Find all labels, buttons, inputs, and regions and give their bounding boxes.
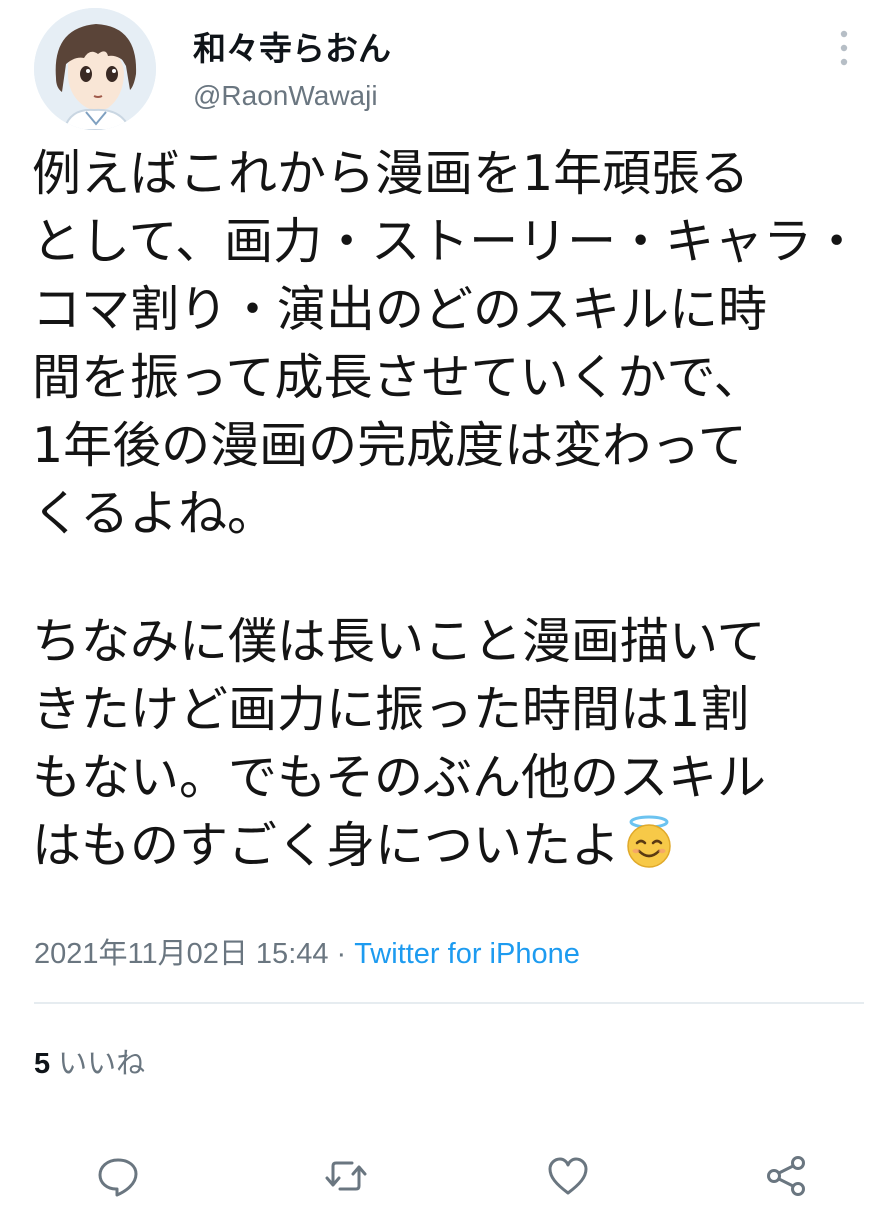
likes-stat[interactable]: 5 いいね xyxy=(34,1040,145,1082)
reply-icon xyxy=(98,1158,138,1197)
tweet-action-bar xyxy=(0,1148,896,1204)
share-button[interactable] xyxy=(758,1148,814,1204)
likes-count: 5 xyxy=(34,1048,51,1080)
more-vertical-icon xyxy=(840,30,848,66)
text-line-with-emoji: はものすごく身についたよ xyxy=(32,812,862,880)
tweet-source-link[interactable]: Twitter for iPhone xyxy=(354,938,580,970)
display-name[interactable]: 和々寺らおん xyxy=(193,22,391,70)
text-line: 例えばこれから漫画を1年頑張る xyxy=(32,145,750,202)
more-options-button[interactable] xyxy=(826,26,862,70)
text-line: 間を振って成長させていくかで、 xyxy=(32,349,763,406)
like-button[interactable] xyxy=(540,1148,596,1204)
text-line: 1年後の漫画の完成度は変わって xyxy=(32,417,747,474)
anime-girl-avatar-icon xyxy=(34,8,156,130)
tweet-paragraph-2: ちなみに僕は長いこと漫画描いて きたけど画力に振った時間は1割 もない。でもその… xyxy=(32,608,862,880)
text-line: もない。でもそのぶん他のスキル xyxy=(32,749,767,806)
share-icon xyxy=(767,1156,805,1196)
user-handle[interactable]: @RaonWawaji xyxy=(193,80,378,112)
retweet-button[interactable] xyxy=(318,1148,374,1204)
avatar[interactable] xyxy=(34,8,156,130)
likes-label: いいね xyxy=(58,1046,146,1080)
text-line: ちなみに僕は長いこと漫画描いて xyxy=(32,613,766,670)
tweet-detail: 和々寺らおん @RaonWawaji 例えばこれから漫画を1年頑張る として、画… xyxy=(0,0,896,1231)
text-line: きたけど画力に振った時間は1割 xyxy=(32,681,750,738)
divider xyxy=(34,1002,864,1004)
text-line: くるよね。 xyxy=(32,485,277,542)
smiling-face-with-halo-icon xyxy=(622,815,676,869)
like-icon xyxy=(548,1157,588,1195)
tweet-text: 例えばこれから漫画を1年頑張る として、画力・ストーリー・キャラ・ コマ割り・演… xyxy=(32,140,862,880)
reply-button[interactable] xyxy=(90,1148,146,1204)
text-line: はものすごく身についたよ xyxy=(32,817,621,874)
meta-separator: · xyxy=(336,938,347,970)
text-line: コマ割り・演出のどのスキルに時 xyxy=(32,281,768,338)
text-line: として、画力・ストーリー・キャラ・ xyxy=(32,213,862,270)
tweet-paragraph-1: 例えばこれから漫画を1年頑張る として、画力・ストーリー・キャラ・ コマ割り・演… xyxy=(32,140,862,548)
tweet-timestamp[interactable]: 2021年11月02日 15:44 xyxy=(34,938,329,970)
tweet-meta: 2021年11月02日 15:44 · Twitter for iPhone xyxy=(34,930,580,972)
retweet-icon xyxy=(325,1161,367,1191)
